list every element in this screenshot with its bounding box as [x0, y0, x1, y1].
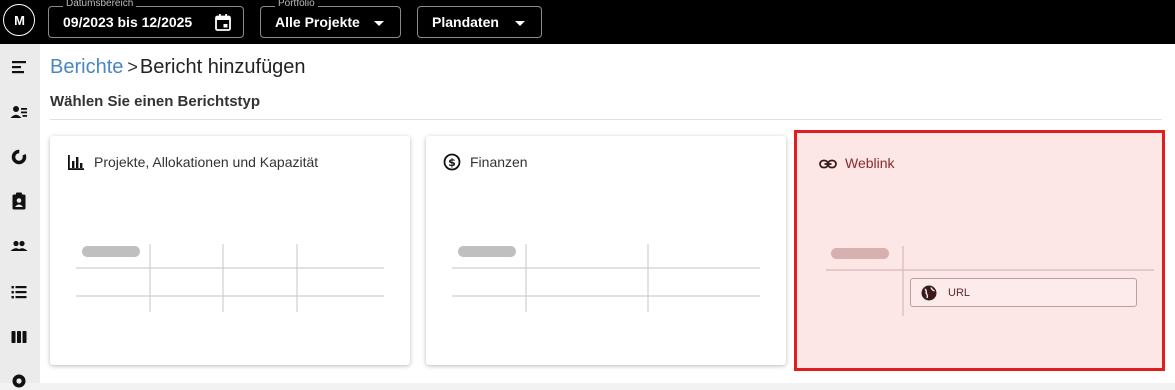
breadcrumb: Berichte > Bericht hinzufügen	[50, 56, 306, 79]
data-type-value: Plandaten	[432, 14, 499, 30]
url-chip: URL	[910, 278, 1137, 307]
section-heading: Wählen Sie einen Berichtstyp	[50, 93, 261, 110]
clipboard-person-icon[interactable]	[10, 192, 28, 210]
card-title: Weblink	[845, 155, 895, 171]
globe-icon	[921, 285, 937, 301]
top-bar: M Datumsbereich 09/2023 bis 12/2025 Port…	[0, 0, 1175, 44]
data-type-select[interactable]: Plandaten	[417, 6, 542, 38]
settings-icon[interactable]	[10, 372, 28, 390]
donut-chart-icon[interactable]	[10, 148, 28, 166]
table-placeholder-graphic	[452, 244, 760, 312]
portfolio-select[interactable]: Portfolio Alle Projekte	[260, 0, 401, 38]
app-logo[interactable]: M	[3, 4, 35, 36]
list-icon[interactable]	[10, 283, 28, 301]
chevron-down-icon	[374, 21, 384, 26]
breadcrumb-separator: >	[127, 57, 138, 77]
report-type-card-projects[interactable]: Projekte, Allokationen und Kapazität	[50, 136, 410, 365]
date-range-picker[interactable]: Datumsbereich 09/2023 bis 12/2025	[48, 0, 244, 38]
sidebar	[0, 44, 40, 388]
logo-text: M	[14, 12, 25, 28]
url-placeholder-graphic	[826, 246, 1154, 316]
link-icon	[819, 159, 837, 169]
group-icon[interactable]	[10, 237, 28, 255]
date-range-value: 09/2023 bis 12/2025	[63, 14, 193, 30]
breadcrumb-link-reports[interactable]: Berichte	[50, 56, 123, 78]
person-list-icon[interactable]	[10, 103, 28, 121]
url-label: URL	[948, 287, 971, 299]
report-type-card-weblink[interactable]: Weblink URL	[794, 130, 1165, 371]
portfolio-label: Portfolio	[275, 0, 318, 9]
divider	[50, 119, 1162, 120]
report-type-card-finance[interactable]: $ Finanzen	[426, 136, 786, 365]
page-title: Bericht hinzufügen	[139, 56, 306, 78]
calendar-icon[interactable]	[215, 14, 231, 31]
chevron-down-icon	[515, 21, 525, 26]
main-content: Berichte > Bericht hinzufügen Wählen Sie e…	[40, 44, 1175, 383]
date-range-label: Datumsbereich	[63, 0, 137, 9]
portfolio-value: Alle Projekte	[275, 14, 360, 30]
menu-collapse-icon[interactable]	[10, 58, 28, 76]
columns-icon[interactable]	[10, 328, 28, 346]
table-placeholder-graphic	[76, 244, 384, 312]
